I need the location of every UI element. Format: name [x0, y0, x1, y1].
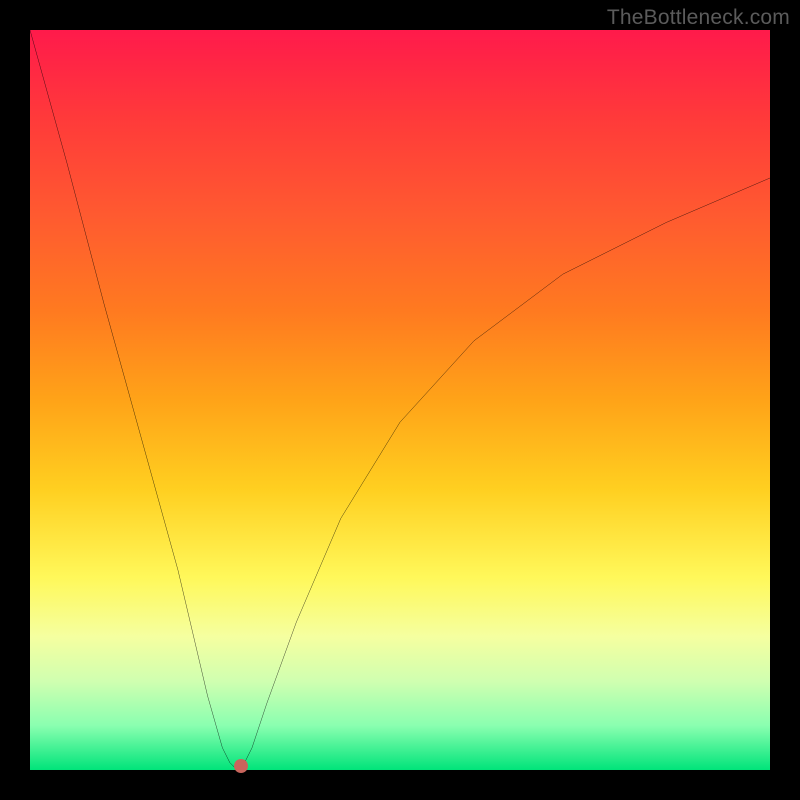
- plot-area: [30, 30, 770, 770]
- watermark-text: TheBottleneck.com: [607, 6, 790, 30]
- curve-svg: [30, 30, 770, 770]
- optimal-point-marker: [234, 759, 248, 773]
- bottleneck-curve-path: [30, 30, 770, 770]
- bottleneck-chart: TheBottleneck.com: [0, 0, 800, 800]
